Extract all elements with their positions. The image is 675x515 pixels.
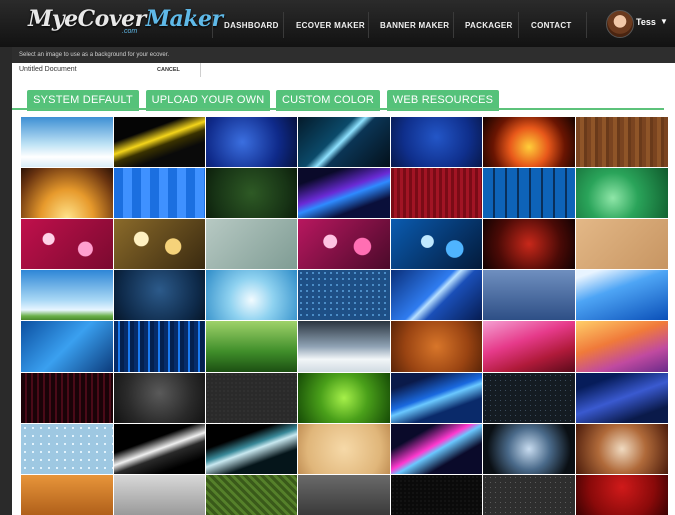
background-thumbnail-charcoal-texture[interactable] xyxy=(206,373,297,423)
nav-banner-maker[interactable]: BANNER MAKER xyxy=(380,17,449,35)
nav-ecover-maker[interactable]: ECOVER MAKER xyxy=(296,17,365,35)
background-thumbnail-yellow-light-streaks[interactable] xyxy=(114,117,205,167)
background-thumbnail-green-fabric[interactable] xyxy=(206,475,297,515)
background-thumbnail-orange-grunge[interactable] xyxy=(391,321,482,372)
nav-dashboard[interactable]: DASHBOARD xyxy=(224,17,279,35)
background-thumbnail-gray-metal[interactable] xyxy=(298,475,390,515)
background-thumbnail-orange-flames[interactable] xyxy=(483,117,575,167)
background-thumbnail-steel-blue[interactable] xyxy=(483,270,575,320)
background-thumbnail-green-grass[interactable] xyxy=(206,321,297,372)
background-thumbnail-blue-dot-pattern[interactable] xyxy=(298,270,390,320)
background-thumbnail-red-velvet[interactable] xyxy=(576,475,668,515)
user-name[interactable]: Tess xyxy=(636,17,656,27)
background-thumbnail-red-smoke[interactable] xyxy=(483,219,575,269)
background-thumbnail-green-dotted[interactable] xyxy=(206,168,297,218)
background-thumbnail-purple-blue-swoosh[interactable] xyxy=(298,168,390,218)
background-thumbnail-light-blue-glow[interactable] xyxy=(206,270,297,320)
nav-divider xyxy=(518,12,519,38)
background-thumbnail-brown-smoke[interactable] xyxy=(576,424,668,474)
background-thumbnail-orange-texture[interactable] xyxy=(21,475,113,515)
left-gutter xyxy=(0,47,12,515)
background-thumbnail-dark-dots[interactable] xyxy=(483,373,575,423)
background-thumbnail-gray-green-texture[interactable] xyxy=(206,219,297,269)
tab-underline xyxy=(12,108,664,110)
background-thumbnail-orange-purple-waves[interactable] xyxy=(576,321,668,372)
nav-contact[interactable]: CONTACT xyxy=(531,17,572,35)
background-thumbnail-tan-cork[interactable] xyxy=(576,219,668,269)
background-thumbnail-pink-red-swoosh[interactable] xyxy=(483,321,575,372)
background-thumbnail-blue-vertical-lines[interactable] xyxy=(114,321,205,372)
nav-divider xyxy=(368,12,369,38)
background-thumbnail-pink-bokeh[interactable] xyxy=(21,219,113,269)
background-thumbnail-blue-tiles[interactable] xyxy=(483,168,575,218)
background-thumbnail-dark-gray-gradient[interactable] xyxy=(114,373,205,423)
nav-divider xyxy=(453,12,454,38)
background-thumbnail-blue-sky-clouds[interactable] xyxy=(21,270,113,320)
background-thumbnail-blue-swoosh-dark[interactable] xyxy=(391,373,482,423)
background-thumbnail-golden-sunset-glow[interactable] xyxy=(21,168,113,218)
nav-divider xyxy=(212,12,213,38)
nav-divider xyxy=(283,12,284,38)
background-grid xyxy=(21,117,668,515)
background-thumbnail-blue-pixel-squares[interactable] xyxy=(114,168,205,218)
background-thumbnail-navy-swirl[interactable] xyxy=(576,373,668,423)
background-thumbnail-magenta-bokeh[interactable] xyxy=(298,219,390,269)
background-thumbnail-black-teal-curves[interactable] xyxy=(206,424,297,474)
background-thumbnail-blue-wave-light[interactable] xyxy=(576,270,668,320)
top-navigation-bar: MyeCoverMaker .com DASHBOARD ECOVER MAKE… xyxy=(0,0,675,47)
background-thumbnail-dark-gray-mesh[interactable] xyxy=(483,475,575,515)
chevron-down-icon[interactable]: ▼ xyxy=(660,17,668,26)
nav-divider xyxy=(586,12,587,38)
background-thumbnail-blue-dark-floral[interactable] xyxy=(114,270,205,320)
background-thumbnail-water-droplets[interactable] xyxy=(21,424,113,474)
cancel-button[interactable]: CANCEL xyxy=(157,63,180,77)
background-thumbnail-green-swirl[interactable] xyxy=(576,168,668,218)
background-thumbnail-black-carbon[interactable] xyxy=(391,475,482,515)
background-thumbnail-blue-bokeh[interactable] xyxy=(391,219,482,269)
background-thumbnail-sky-white-blue[interactable] xyxy=(21,117,113,167)
background-thumbnail-beige-parchment[interactable] xyxy=(298,424,390,474)
user-avatar[interactable] xyxy=(606,10,634,38)
background-thumbnail-teal-diagonal-lines[interactable] xyxy=(298,117,390,167)
background-thumbnail-silver-gray[interactable] xyxy=(114,475,205,515)
background-thumbnail-neon-streaks[interactable] xyxy=(391,424,482,474)
background-thumbnail-blue-starry[interactable] xyxy=(206,117,297,167)
background-thumbnail-black-white-swoosh[interactable] xyxy=(114,424,205,474)
background-thumbnail-blue-diagonal-rays[interactable] xyxy=(391,270,482,320)
background-thumbnail-gold-bokeh[interactable] xyxy=(114,219,205,269)
background-thumbnail-green-radial[interactable] xyxy=(298,373,390,423)
background-thumbnail-gray-clouds[interactable] xyxy=(298,321,390,372)
nav-packager[interactable]: PACKAGER xyxy=(465,17,513,35)
logo-subtext: .com xyxy=(122,28,138,35)
background-thumbnail-dark-red-stripes[interactable] xyxy=(21,373,113,423)
document-title-bar: Untitled Document CANCEL xyxy=(12,63,675,78)
document-name[interactable]: Untitled Document xyxy=(19,63,77,77)
title-bar-divider xyxy=(200,63,201,77)
instruction-bar: Select an image to use as a background f… xyxy=(12,47,675,63)
background-thumbnail-navy-blue[interactable] xyxy=(391,117,482,167)
background-thumbnail-red-stripes[interactable] xyxy=(391,168,482,218)
background-thumbnail-blue-lightning[interactable] xyxy=(21,321,113,372)
background-thumbnail-smoke-blue[interactable] xyxy=(483,424,575,474)
background-thumbnail-brown-wood[interactable] xyxy=(576,117,668,167)
